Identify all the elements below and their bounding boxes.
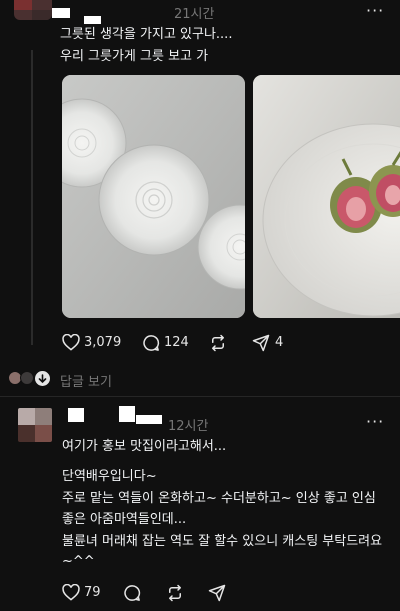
share-icon[interactable]: [208, 584, 226, 602]
like-count: 79: [84, 585, 101, 600]
more-icon[interactable]: ···: [366, 412, 384, 431]
comment-icon[interactable]: [142, 334, 160, 352]
username-redacted[interactable]: [136, 415, 162, 424]
post-image-plates[interactable]: [62, 75, 245, 318]
post-time: 12시간: [168, 419, 209, 434]
avatar[interactable]: [18, 408, 52, 442]
post-image-figs[interactable]: [253, 75, 400, 318]
repost-icon[interactable]: [166, 584, 184, 602]
post-text-line-1: 여기가 홍보 맛집이라고해서...: [62, 439, 227, 454]
post-text-line-4: 주로 맡는 역들이 온화하고~ 수더분하고~ 인상 좋고 인심: [62, 491, 376, 506]
post-text-line-7: ~^^: [62, 554, 95, 569]
username-redacted[interactable]: [84, 16, 101, 24]
repost-icon[interactable]: [209, 334, 227, 352]
post-time: 21시간: [174, 7, 215, 22]
thread-line: [31, 50, 33, 345]
post-text-line-3: 단역배우입니다~: [62, 469, 157, 484]
view-replies-label[interactable]: 답글 보기: [60, 371, 112, 390]
divider: [0, 396, 400, 397]
share-icon[interactable]: [252, 334, 270, 352]
share-count: 4: [275, 335, 284, 350]
comment-count: 124: [164, 335, 189, 350]
more-icon[interactable]: ···: [366, 1, 384, 20]
post-text-line-1: 그릇된 생각을 가지고 있구나....: [60, 27, 233, 42]
like-count: 3,079: [84, 335, 122, 350]
post-text-line-5: 좋은 아줌마역들인데...: [62, 512, 187, 527]
avatar[interactable]: [14, 0, 52, 20]
post-text-line-6: 불륜녀 머래채 잡는 역도 잘 할수 있으니 캐스팅 부탁드려요: [62, 534, 383, 549]
avatar: [20, 371, 34, 385]
username-redacted[interactable]: [52, 8, 70, 18]
post-text-line-2: 우리 그릇가게 그릇 보고 가: [60, 49, 209, 64]
arrow-down-icon: [35, 371, 50, 386]
username-redacted[interactable]: [68, 408, 84, 422]
heart-icon[interactable]: [62, 584, 80, 601]
comment-icon[interactable]: [123, 584, 141, 602]
heart-icon[interactable]: [62, 334, 80, 351]
username-redacted[interactable]: [119, 406, 135, 422]
